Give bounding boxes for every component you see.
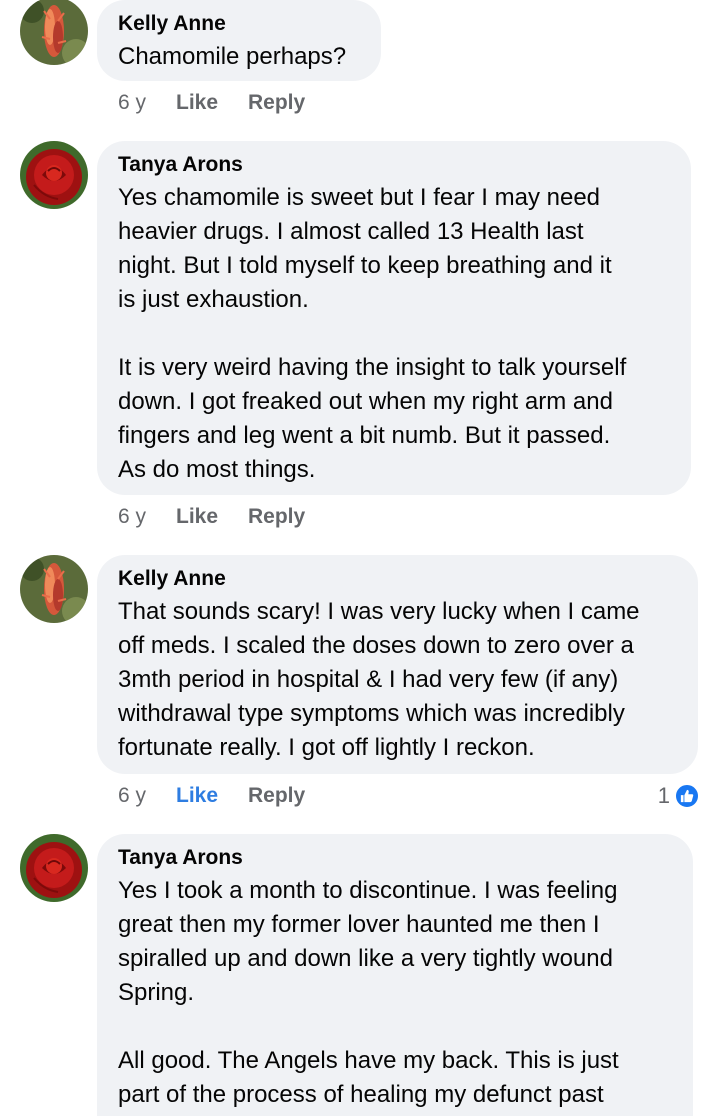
comment-paragraph: That sounds scary! I was very lucky when… — [118, 598, 640, 761]
comment-author[interactable]: Tanya Arons — [118, 151, 669, 178]
grevillea-flower-avatar-image — [20, 0, 88, 65]
comment-text: Chamomile perhaps? — [118, 40, 359, 74]
comment-actions: 6 y Like Reply — [118, 781, 305, 811]
comment-actions: 6 y Like Reply — [118, 502, 305, 532]
like-button[interactable]: Like — [176, 88, 248, 118]
red-rose-avatar-image — [20, 141, 88, 209]
comment-author[interactable]: Kelly Anne — [118, 565, 676, 592]
thumbs-up-icon — [674, 783, 700, 809]
reply-button[interactable]: Reply — [248, 781, 305, 811]
comment-bubble: Tanya Arons Yes I took a month to discon… — [97, 834, 693, 1116]
grevillea-flower-avatar-image — [20, 555, 88, 623]
red-rose-avatar-image — [20, 834, 88, 902]
like-button[interactable]: Like — [176, 502, 248, 532]
avatar[interactable] — [20, 141, 88, 209]
comment-bubble: Kelly Anne Chamomile perhaps? — [97, 0, 381, 81]
comment-bubble: Tanya Arons Yes chamomile is sweet but I… — [97, 141, 691, 495]
reaction-count-label: 1 — [657, 783, 670, 808]
comment-author[interactable]: Tanya Arons — [118, 844, 671, 871]
avatar[interactable] — [20, 834, 88, 902]
comment-text: That sounds scary! I was very lucky when… — [118, 595, 676, 765]
avatar[interactable] — [20, 555, 88, 623]
comment-text: Yes I took a month to discontinue. I was… — [118, 874, 671, 1112]
reply-button[interactable]: Reply — [248, 88, 305, 118]
comment-author[interactable]: Kelly Anne — [118, 10, 359, 37]
comment-paragraph: Chamomile perhaps? — [118, 43, 347, 70]
comment-paragraph: Yes chamomile is sweet but I fear I may … — [118, 184, 612, 313]
avatar[interactable] — [20, 0, 88, 65]
reply-button[interactable]: Reply — [248, 502, 305, 532]
comment-bubble: Kelly Anne That sounds scary! I was very… — [97, 555, 698, 774]
comment-paragraph: It is very weird having the insight to t… — [118, 354, 627, 483]
comment-paragraph: Yes I took a month to discontinue. I was… — [118, 877, 618, 1006]
comment-thread: Kelly Anne Chamomile perhaps? 6 y Like Rep… — [0, 0, 720, 1116]
comment-paragraph: All good. The Angels have my back. This … — [118, 1047, 619, 1108]
comment-actions: 6 y Like Reply — [118, 88, 305, 118]
reaction-count[interactable]: 1 — [658, 781, 700, 811]
like-button[interactable]: Like — [176, 781, 248, 811]
comment-timestamp[interactable]: 6 y — [118, 781, 176, 811]
comment-timestamp[interactable]: 6 y — [118, 88, 176, 118]
comment-timestamp[interactable]: 6 y — [118, 502, 176, 532]
comment-text: Yes chamomile is sweet but I fear I may … — [118, 181, 669, 487]
